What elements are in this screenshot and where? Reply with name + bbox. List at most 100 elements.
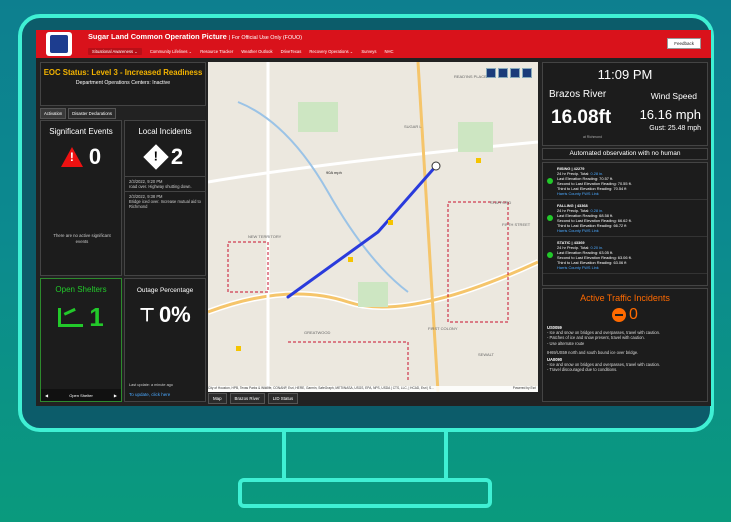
list-item: RISING | 42279 24 hr Precip. Total: 0.28… xyxy=(543,163,707,200)
main-nav: Situational Awareness ⌄ Community Lifeli… xyxy=(88,46,394,56)
warning-triangle-icon xyxy=(60,147,83,167)
no-entry-icon xyxy=(612,308,627,322)
gauge-link[interactable]: Harris County FWS Link xyxy=(557,191,632,196)
prev-arrow-icon[interactable]: ◀ xyxy=(45,393,48,398)
city-logo xyxy=(46,32,72,56)
map-attribution: City of Houston, HPB, Texas Parks & Wild… xyxy=(208,386,538,392)
nav-recovery-operations[interactable]: Recovery Operations ⌄ xyxy=(309,49,353,54)
open-shelters-count: 1 xyxy=(89,302,104,332)
significant-events-panel: Significant Events 0 There are no active… xyxy=(40,120,122,276)
outage-update-link[interactable]: To update, click here xyxy=(129,392,170,397)
wind-title: Wind Speed xyxy=(650,91,697,101)
layers-icon[interactable] xyxy=(486,68,496,78)
map-attribution-text: City of Houston, HPB, Texas Parks & Wild… xyxy=(208,386,434,390)
nav-weather-outlook[interactable]: Weather Outlook xyxy=(241,49,272,54)
outage-panel: Outage Percentage ⊤ 0% Last update: a mi… xyxy=(124,278,206,402)
tab-brazos-river[interactable]: Brazos River xyxy=(229,393,265,404)
traffic-count: 0 xyxy=(629,306,638,323)
wind-speed: 16.16 mph xyxy=(639,107,701,122)
shelter-pager: ◀ Open Shelter ▶ xyxy=(41,389,121,401)
list-item: FALLING | 43368 24 hr Precip. Total: 0.2… xyxy=(543,200,707,237)
app-title: Sugar Land Common Operation Picture xyxy=(88,32,227,41)
map-label: READ'INS PLACE xyxy=(454,74,487,79)
map-label: SUGAR L xyxy=(404,124,422,129)
list-item[interactable]: 2/3/2022, 9:20 PM road over. Highway shu… xyxy=(125,176,205,191)
map-toolbar xyxy=(486,68,532,78)
gauge-status-icon xyxy=(547,215,553,221)
gauge-link[interactable]: Harris County FWS Link xyxy=(557,265,632,270)
tab-lid-status[interactable]: LID Status xyxy=(267,393,299,404)
shelter-icon xyxy=(58,308,84,327)
gauge-link[interactable]: Harris County FWS Link xyxy=(557,228,632,233)
header-bar: Sugar Land Common Operation Picture | Fo… xyxy=(36,30,711,58)
wind-gust: Gust: 25.48 mph xyxy=(649,125,701,132)
incident-text: road over. Highway shutting down. xyxy=(129,184,192,189)
list-item: US0059 - Ice and snow on bridges and ove… xyxy=(543,324,707,356)
significant-events-count: 0 xyxy=(88,144,102,169)
map-label: GREATWOOD xyxy=(304,330,331,335)
nav-resource-tracker[interactable]: Resource Tracker xyxy=(200,49,233,54)
significant-events-title: Significant Events xyxy=(49,127,113,136)
tab-activation[interactable]: Activation xyxy=(40,108,67,119)
outage-value: 0% xyxy=(158,302,191,327)
route-line: IH69/US59 north and south bound ice over… xyxy=(547,349,639,355)
gauge-status-icon xyxy=(547,252,553,258)
next-arrow-icon[interactable]: ▶ xyxy=(114,393,117,398)
grid-icon[interactable] xyxy=(522,68,532,78)
map-label: FIRST COLONY xyxy=(428,326,458,331)
map-label: NEW TERRITORY xyxy=(248,234,282,239)
list-icon[interactable] xyxy=(498,68,508,78)
app-subtitle: | For Official Use Only (FOUO) xyxy=(228,35,303,41)
dashboard-screen: Sugar Land Common Operation Picture | Fo… xyxy=(36,30,711,406)
local-incidents-title: Local Incidents xyxy=(138,127,192,136)
outage-title: Outage Percentage xyxy=(136,287,194,294)
open-shelters-panel: Open Shelters 1 ◀ Open Shelter ▶ xyxy=(40,278,122,402)
traffic-title: Active Traffic Incidents xyxy=(580,293,670,303)
map-label: FIFTH STREET xyxy=(502,222,531,227)
nav-drivetexas[interactable]: DriveTexas xyxy=(281,49,302,54)
power-pole-icon: ⊤ xyxy=(139,304,155,325)
local-incidents-count: 2 xyxy=(170,144,184,169)
map-marker-label: 90A mph xyxy=(326,170,342,175)
current-time: 11:09 PM xyxy=(597,67,653,82)
list-item[interactable]: 2/3/2022, 9:38 PM Bridge iced over. Incr… xyxy=(125,191,205,211)
map-canvas xyxy=(208,62,538,392)
river-name: Brazos River xyxy=(549,89,607,100)
list-item: UA0090 - Ice and snow on bridges and ove… xyxy=(543,356,707,374)
feedback-button[interactable]: Feedback xyxy=(667,38,701,49)
tab-disaster-declarations[interactable]: Disaster Declarations xyxy=(68,108,116,119)
map-label: STAFFORD xyxy=(490,200,512,205)
monitor-stand xyxy=(282,432,448,482)
eoc-tabs: Activation Disaster Declarations xyxy=(40,108,116,119)
auto-observation-note: Automated observation with no human xyxy=(542,148,708,160)
tab-map[interactable]: Map xyxy=(208,393,227,404)
eoc-status: EOC Status: Level 3 - Increased Readines… xyxy=(43,68,203,77)
esri-powered: Powered by Esri xyxy=(512,386,536,390)
shelter-pager-label: Open Shelter xyxy=(69,392,93,398)
map-label: SEWALT xyxy=(478,352,495,357)
nav-nhc[interactable]: NHC xyxy=(384,49,393,54)
outage-last-update: Last update: a minute ago xyxy=(129,383,173,387)
list-item: STATIC | 43369 24 hr Precip. Total: 0.20… xyxy=(543,237,707,274)
incident-text: Bridge iced over. Increase mutual aid to… xyxy=(129,199,201,209)
monitor-base xyxy=(238,478,492,508)
alert-diamond-icon xyxy=(143,144,169,170)
river-level: 16.08ft xyxy=(551,107,612,128)
open-shelters-title: Open Shelters xyxy=(55,285,107,294)
gauge-list: RISING | 42279 24 hr Precip. Total: 0.28… xyxy=(542,162,708,286)
page-title: Sugar Land Common Operation Picture | Fo… xyxy=(88,32,302,41)
basemap-icon[interactable] xyxy=(510,68,520,78)
right-column: 11:09 PM Brazos River 16.08ft at Richmon… xyxy=(542,62,708,402)
map-view[interactable]: READ'INS PLACE SUGAR L STAFFORD FIFTH ST… xyxy=(208,62,538,392)
map-tabs: Map Brazos River LID Status xyxy=(208,393,299,404)
left-column: EOC Status: Level 3 - Increased Readines… xyxy=(40,62,206,402)
gauge-status-icon xyxy=(547,178,553,184)
traffic-panel: Active Traffic Incidents 0 US0059 - Ice … xyxy=(542,288,708,402)
weather-panel: 11:09 PM Brazos River 16.08ft at Richmon… xyxy=(542,62,708,146)
nav-surveys[interactable]: Surveys xyxy=(361,49,376,54)
river-location: at Richmond xyxy=(583,135,603,139)
nav-community-lifelines[interactable]: Community Lifelines ⌄ xyxy=(150,49,192,54)
local-incidents-panel: Local Incidents 2 2/3/2022, 9:20 PM road… xyxy=(124,120,206,276)
nav-situational-awareness[interactable]: Situational Awareness ⌄ xyxy=(88,47,142,55)
route-line: - Travel discouraged due to conditions. xyxy=(547,367,618,373)
